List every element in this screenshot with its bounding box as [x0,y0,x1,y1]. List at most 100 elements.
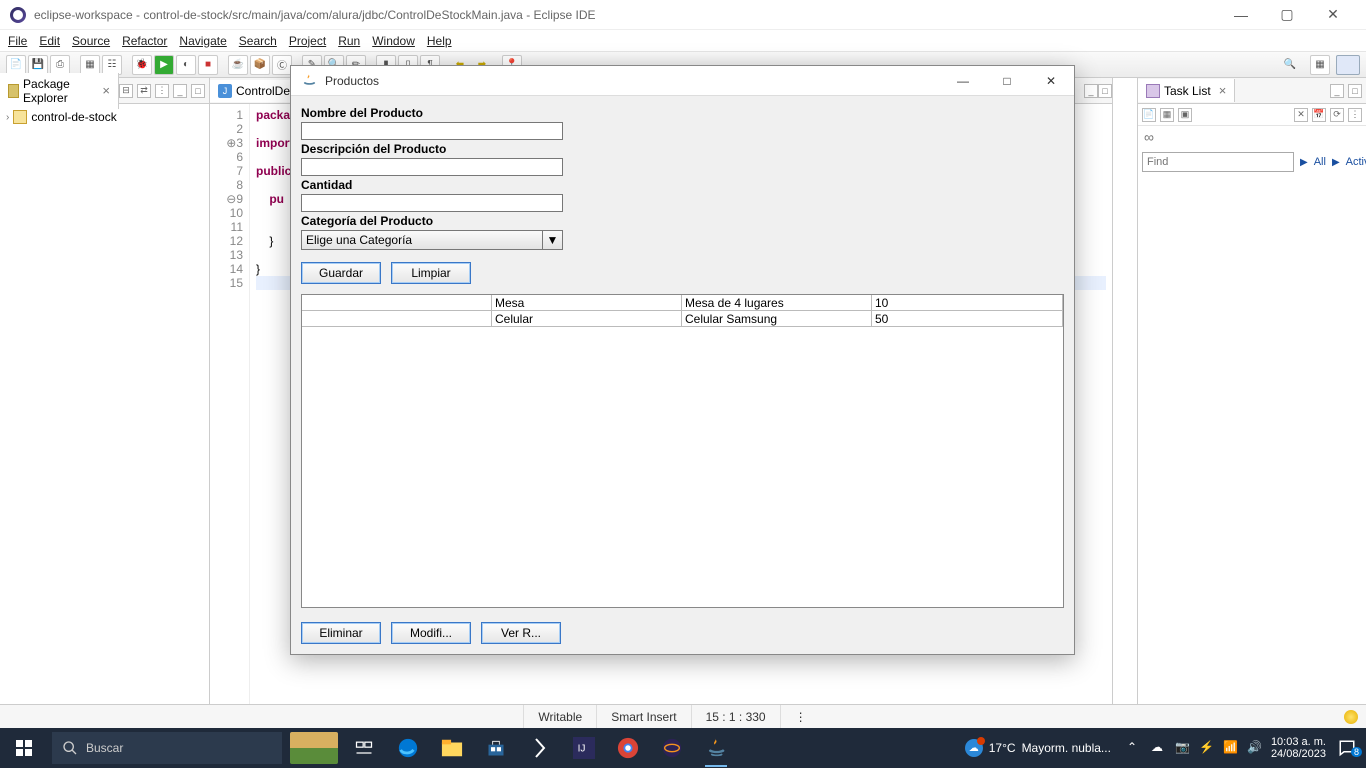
menu-search[interactable]: Search [239,34,277,48]
all-link[interactable]: All [1314,156,1326,168]
explorer-icon[interactable] [438,734,466,762]
modificar-button[interactable]: Modifi... [391,622,471,644]
cell-nombre[interactable]: Mesa [492,295,682,310]
weather-widget[interactable]: ☁ 17°C Mayorm. nubla... [965,739,1111,757]
wifi-icon[interactable]: 📶 [1223,740,1239,756]
view-menu-icon[interactable]: ⋮ [155,84,169,98]
close-icon[interactable]: × [102,83,110,98]
maximize-view-icon[interactable]: □ [1348,84,1362,98]
task-find-input[interactable] [1142,152,1294,172]
new-button[interactable]: 📄 [6,55,26,75]
cell-descripcion[interactable]: Celular Samsung [682,311,872,326]
open-perspective-button[interactable]: ▦ [1310,55,1330,75]
java-taskbar-icon[interactable] [702,734,730,762]
package-explorer-tree[interactable]: › control-de-stock [0,104,209,704]
battery-icon[interactable]: ⚡ [1199,740,1215,756]
store-icon[interactable] [482,734,510,762]
clock[interactable]: 10:03 a. m. 24/08/2023 [1271,736,1326,760]
search-icon[interactable]: 🔍 [1280,55,1300,75]
table-row[interactable]: Mesa Mesa de 4 lugares 10 [302,295,1063,311]
collapse-icon[interactable]: ✕ [1294,108,1308,122]
categoria-combobox[interactable]: Elige una Categoría ▼ [301,230,563,250]
sync-icon[interactable]: ⟳ [1330,108,1344,122]
menu-refactor[interactable]: Refactor [122,34,167,48]
menu-edit[interactable]: Edit [39,34,60,48]
new-package-button[interactable]: 📦 [250,55,270,75]
menu-file[interactable]: File [8,34,27,48]
tree-item-project[interactable]: › control-de-stock [6,110,203,124]
taskbar-search[interactable]: Buscar [52,732,282,764]
cell-nombre[interactable]: Celular [492,311,682,326]
save-button[interactable]: 💾 [28,55,48,75]
cell-cantidad[interactable]: 50 [872,311,1063,326]
tip-icon[interactable] [1344,710,1358,724]
menu-run[interactable]: Run [338,34,360,48]
minimize-view-icon[interactable]: _ [1330,84,1344,98]
expand-arrow-icon[interactable]: › [6,112,9,123]
edge-icon[interactable] [394,734,422,762]
editor-minimize-icon[interactable]: _ [1084,84,1098,98]
collapse-all-icon[interactable]: ⊟ [119,84,133,98]
menu-source[interactable]: Source [72,34,110,48]
focus-icon[interactable]: ▣ [1178,108,1192,122]
menu-navigate[interactable]: Navigate [179,34,226,48]
toggle-button[interactable]: ☷ [102,55,122,75]
notifications-button[interactable]: 8 [1334,739,1360,757]
menu-window[interactable]: Window [372,34,415,48]
cell-id[interactable] [302,295,492,310]
os-close-button[interactable]: ✕ [1310,0,1356,30]
dialog-maximize-button[interactable]: □ [984,66,1030,96]
chrome-icon[interactable] [614,734,642,762]
save-all-button[interactable]: ⎙ [50,55,70,75]
new-class-button[interactable]: Ⓒ [272,55,292,75]
cantidad-input[interactable] [301,194,563,212]
meet-now-icon[interactable]: 📷 [1175,740,1191,756]
nombre-input[interactable] [301,122,563,140]
descripcion-input[interactable] [301,158,563,176]
new-java-button[interactable]: ☕ [228,55,248,75]
start-button[interactable] [0,728,48,768]
cell-descripcion[interactable]: Mesa de 4 lugares [682,295,872,310]
tray-chevron-icon[interactable]: ⌃ [1127,740,1143,756]
close-icon[interactable]: × [1219,83,1227,98]
coverage-button[interactable]: ◐ [176,55,196,75]
maximize-view-icon[interactable]: □ [191,84,205,98]
dialog-titlebar[interactable]: Productos — □ ✕ [291,66,1074,96]
desktops-button[interactable] [290,732,338,764]
dialog-minimize-button[interactable]: — [940,66,986,96]
categorize-icon[interactable]: ▦ [1160,108,1174,122]
ver-reporte-button[interactable]: Ver R... [481,622,561,644]
open-type-button[interactable]: ▦ [80,55,100,75]
dialog-close-button[interactable]: ✕ [1028,66,1074,96]
java-perspective-button[interactable] [1336,55,1360,75]
eliminar-button[interactable]: Eliminar [301,622,381,644]
limpiar-button[interactable]: Limpiar [391,262,471,284]
run-button[interactable]: ▶ [154,55,174,75]
cell-cantidad[interactable]: 10 [872,295,1063,310]
debug-button[interactable]: 🐞 [132,55,152,75]
eclipse-taskbar-icon[interactable] [658,734,686,762]
view-menu-icon[interactable]: ⋮ [1348,108,1362,122]
os-maximize-button[interactable]: ▢ [1264,0,1310,30]
onedrive-icon[interactable]: ☁ [1151,740,1167,756]
activate-link[interactable]: Activate... [1346,156,1366,168]
table-row[interactable]: Celular Celular Samsung 50 [302,311,1063,327]
schedule-icon[interactable]: 📅 [1312,108,1326,122]
menu-help[interactable]: Help [427,34,452,48]
status-menu[interactable]: ⋮ [780,705,821,728]
os-minimize-button[interactable]: — [1218,0,1264,30]
task-list-tab[interactable]: Task List × [1138,79,1235,102]
menu-project[interactable]: Project [289,34,326,48]
productos-table[interactable]: Mesa Mesa de 4 lugares 10 Celular Celula… [301,294,1064,608]
task-view-icon[interactable] [350,734,378,762]
guardar-button[interactable]: Guardar [301,262,381,284]
minimize-view-icon[interactable]: _ [173,84,187,98]
new-task-icon[interactable]: 📄 [1142,108,1156,122]
run-last-button[interactable]: ■ [198,55,218,75]
link-editor-icon[interactable]: ⇄ [137,84,151,98]
app-icon[interactable] [526,734,554,762]
editor-maximize-icon[interactable]: □ [1098,84,1112,98]
cell-id[interactable] [302,311,492,326]
volume-icon[interactable]: 🔊 [1247,740,1263,756]
editor-tab[interactable]: J ControlDe [210,80,299,102]
